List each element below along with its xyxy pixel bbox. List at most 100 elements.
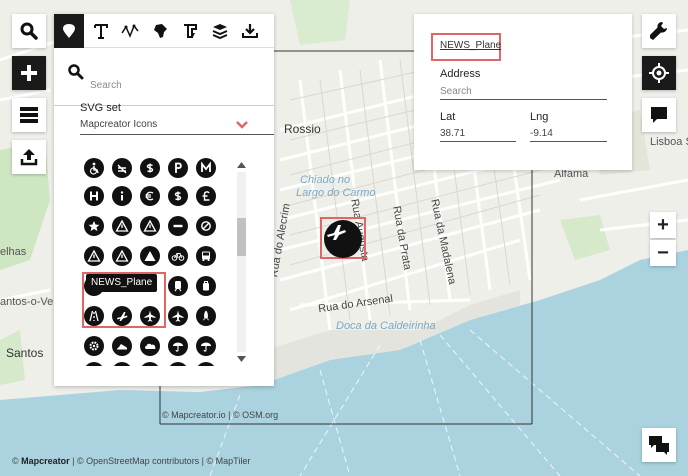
attribution-brand: Mapcreator [21,456,70,466]
icon-tooltip: NEWS_Plane [86,274,158,292]
warning-icon[interactable] [112,216,132,236]
map-attribution-inner: © Mapcreator.io | © OSM.org [162,410,279,420]
map-attribution-bottom: © Mapcreator | © OpenStreetMap contribut… [12,456,251,466]
plane-icon[interactable] [168,306,188,326]
scroll-up-icon[interactable] [237,162,246,168]
warning-icon[interactable] [140,216,160,236]
umbrella-icon[interactable] [196,336,216,356]
lat-label: Lat [440,111,456,123]
tab-shape[interactable] [176,14,203,48]
zoom-in-label: + [657,214,669,236]
scroll-track[interactable] [237,172,246,352]
locate-button[interactable] [642,56,676,90]
bike-icon[interactable] [168,246,188,266]
download-icon [241,24,258,38]
triangle-icon[interactable] [140,246,160,266]
comment-button[interactable] [642,98,676,132]
circle-icon[interactable] [140,362,160,366]
search-icon [20,22,38,40]
address-input[interactable] [440,84,607,100]
circle-icon[interactable] [84,362,104,366]
map-label-doca: Doca da Caldeirinha [336,320,436,332]
tab-polygon[interactable] [146,14,173,48]
zoom-in-button[interactable]: + [650,212,676,238]
shape-icon [183,24,197,38]
zoom-out-label: − [657,242,669,264]
svg-set-label: SVG set [80,102,121,114]
chevron-down-icon [236,121,248,129]
plane-icon [324,220,362,258]
tab-text[interactable] [87,14,114,48]
tab-download[interactable] [236,14,263,48]
luggage-icon[interactable] [196,276,216,296]
dollar-icon[interactable] [168,186,188,206]
bus-icon[interactable] [196,246,216,266]
comment-icon [651,107,667,123]
gear-icon[interactable] [84,336,104,356]
info-icon[interactable] [112,186,132,206]
svg-set-value: Mapcreator Icons [80,119,158,130]
line-icon [120,24,139,38]
locate-icon [649,63,669,83]
text-icon [93,24,108,39]
upload-icon [20,149,38,166]
wrench-icon [650,22,667,40]
star-icon[interactable] [84,216,104,236]
euro-icon[interactable] [140,186,160,206]
scroll-down-icon[interactable] [237,356,246,362]
circle-icon[interactable] [168,362,188,366]
no-entry-icon[interactable] [196,216,216,236]
upload-button[interactable] [12,140,46,174]
cloud-icon[interactable] [140,336,160,356]
rocket-icon[interactable] [196,306,216,326]
attribution-rest: | © OpenStreetMap contributors | © MapTi… [69,456,251,466]
crossed-icon[interactable] [112,158,132,178]
map-marker-plane[interactable] [320,217,366,259]
lng-input[interactable] [530,126,607,142]
icon-grid-scrollbar[interactable] [234,160,248,366]
map-label-rossio: Rossio [284,122,321,136]
warning-icon[interactable] [84,246,104,266]
zoom-out-button[interactable]: − [650,240,676,266]
dollar-icon[interactable] [140,158,160,178]
icon-search-row [54,50,274,106]
add-button[interactable] [12,56,46,90]
minus-icon[interactable] [168,216,188,236]
icon-search-input[interactable] [90,76,260,94]
train-icon[interactable] [168,276,188,296]
metro-icon[interactable] [196,158,216,178]
search-icon [68,64,84,80]
layers-icon [20,107,38,123]
marker-title-link[interactable]: NEWS_Plane [440,40,501,51]
marker-icon [63,24,75,38]
settings-button[interactable] [642,14,676,48]
icon-grid [80,158,228,366]
scroll-thumb[interactable] [237,218,246,256]
lat-input[interactable] [440,126,516,142]
map-label-elhas: elhas [0,246,27,258]
circle-icon[interactable] [196,362,216,366]
circle-icon[interactable] [112,362,132,366]
parking-icon[interactable] [168,158,188,178]
search-button[interactable] [12,14,46,48]
tab-marker[interactable] [54,14,84,48]
editor-tabbar [54,14,274,48]
chat-button[interactable] [642,428,676,462]
umbrella-icon[interactable] [168,336,188,356]
pound-icon[interactable] [196,186,216,206]
tab-layers[interactable] [206,14,233,48]
svg-set-select[interactable]: Mapcreator Icons [80,119,274,135]
map-label-largo-carmo: Largo do Carmo [296,187,376,199]
map-label-santos: Santos [6,346,44,360]
map-label-lisboa-se: Lisboa Sé [650,136,688,148]
tab-line[interactable] [116,14,143,48]
wheelchair-icon[interactable] [84,158,104,178]
hospital-icon[interactable] [84,186,104,206]
layers-button[interactable] [12,98,46,132]
warning-icon[interactable] [112,246,132,266]
chat-icon [649,436,669,455]
shoe-icon[interactable] [112,336,132,356]
editor-panel: SVG set Mapcreator Icons [54,14,274,386]
lng-label: Lng [530,111,549,123]
stack-icon [212,24,227,39]
